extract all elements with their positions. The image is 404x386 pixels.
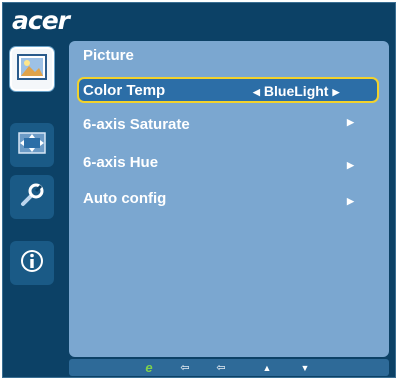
- menu-item-color-temp[interactable]: Color Temp ◀ BlueLight ▶: [77, 77, 379, 103]
- menu-item-6-axis-hue[interactable]: 6-axis Hue ▶: [77, 149, 379, 175]
- right-arrow-icon: ▶: [347, 160, 354, 170]
- right-arrow-icon: ▶: [347, 196, 354, 206]
- down-icon[interactable]: ▼: [293, 359, 317, 376]
- display-position-icon: [17, 131, 47, 160]
- menu-item-label: 6-axis Hue: [83, 154, 159, 171]
- enter-icon[interactable]: ⇦: [209, 359, 233, 376]
- acer-logo: acer: [12, 6, 70, 35]
- right-arrow-icon[interactable]: ▶: [332, 87, 339, 97]
- menu-item-label: Auto config: [83, 190, 167, 207]
- input-icon[interactable]: ⇦: [173, 359, 197, 376]
- sidebar-item-picture[interactable]: [10, 47, 54, 91]
- sidebar-item-settings[interactable]: [10, 175, 54, 219]
- info-icon: [18, 247, 46, 280]
- osd-window: acer Picture Color Temp ◀ BlueLight ▶ 6-…: [2, 2, 396, 378]
- right-arrow-icon: ▶: [347, 117, 354, 127]
- button-hint-bar: e ⇦ ⇦ ▲ ▼: [69, 359, 389, 376]
- menu-item-label: Color Temp: [83, 82, 166, 99]
- menu-item-auto-config[interactable]: Auto config ▶: [77, 185, 379, 211]
- wrench-settings-icon: [17, 180, 47, 215]
- color-temp-value-selector[interactable]: ◀ BlueLight ▶: [253, 83, 339, 99]
- panel-title: Picture: [83, 47, 134, 64]
- e-logo-icon[interactable]: e: [137, 359, 161, 376]
- picture-icon: [17, 53, 47, 85]
- sidebar-item-information[interactable]: [10, 241, 54, 285]
- menu-item-label: 6-axis Saturate: [83, 116, 190, 133]
- sidebar-item-display[interactable]: [10, 123, 54, 167]
- color-temp-value: BlueLight: [263, 83, 329, 99]
- left-arrow-icon[interactable]: ◀: [253, 87, 260, 97]
- up-icon[interactable]: ▲: [255, 359, 279, 376]
- picture-menu-panel: Picture Color Temp ◀ BlueLight ▶ 6-axis Sa…: [69, 41, 389, 357]
- sidebar: [6, 47, 58, 369]
- menu-item-6-axis-saturate[interactable]: 6-axis Saturate ▶: [77, 111, 379, 137]
